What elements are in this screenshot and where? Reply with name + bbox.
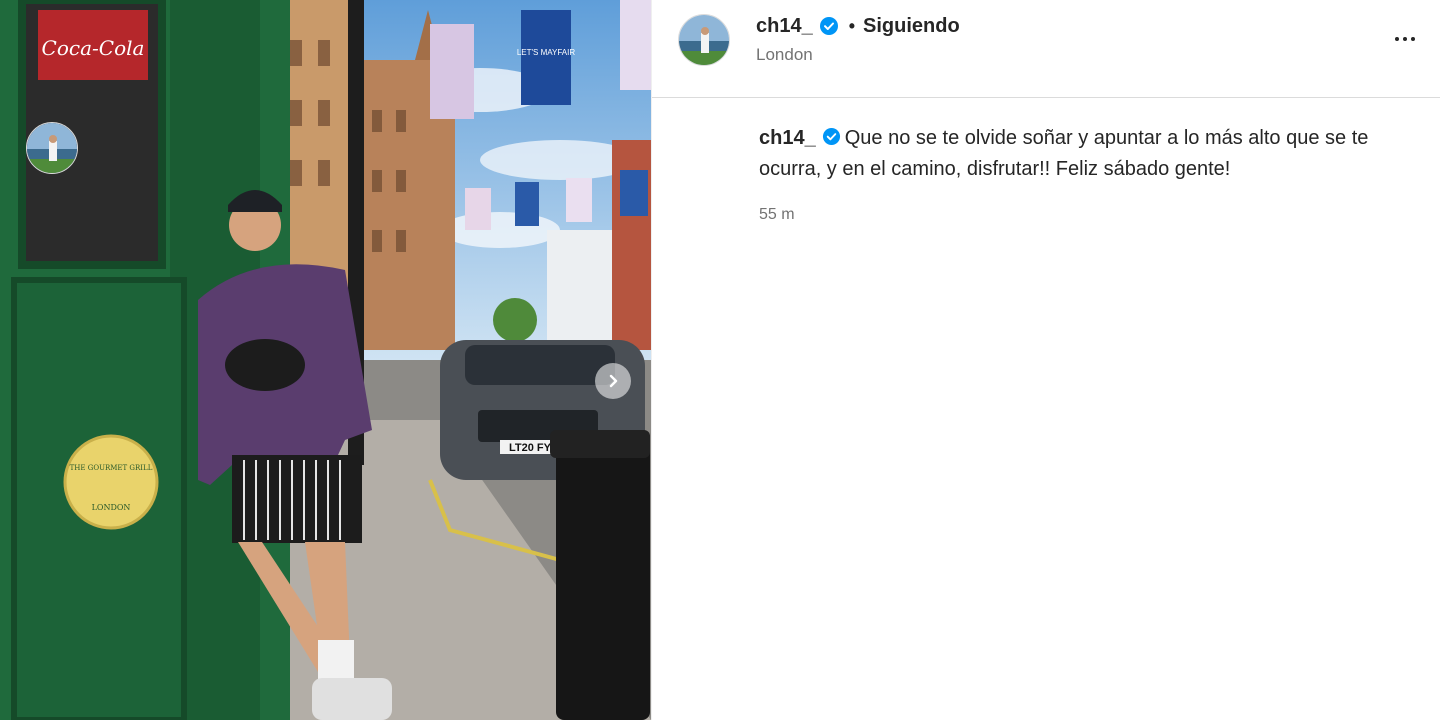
post-location[interactable]: London xyxy=(756,45,813,65)
verified-badge-icon xyxy=(819,16,839,36)
post-photo[interactable]: LET'S MAYFAIR LT20 FY Coca-Cola THE GOUR… xyxy=(0,0,651,720)
author-line: ch14_ • Siguiendo xyxy=(756,12,960,40)
banner-text: LET'S MAYFAIR xyxy=(517,48,576,57)
post-caption: ch14_ Que no se te olvide soñar y apuntar… xyxy=(759,124,1419,184)
street-photo-illustration: LET'S MAYFAIR LT20 FY Coca-Cola THE GOUR… xyxy=(0,0,651,720)
caption-author-username[interactable]: ch14_ xyxy=(759,127,816,149)
coca-cola-text: Coca-Cola xyxy=(42,36,145,60)
following-button[interactable]: Siguiendo xyxy=(863,15,960,38)
author-avatar[interactable] xyxy=(678,14,730,66)
shop-sign-line2: LONDON xyxy=(92,503,131,512)
author-username[interactable]: ch14_ xyxy=(756,15,813,38)
post-timestamp[interactable]: 55 m xyxy=(759,206,795,224)
next-photo-button[interactable] xyxy=(595,363,631,399)
more-options-icon xyxy=(1395,37,1399,41)
more-options-button[interactable] xyxy=(1388,26,1422,52)
caption-text: Que no se te olvide soñar y apuntar a lo… xyxy=(759,127,1369,180)
post-header: ch14_ • Siguiendo London xyxy=(652,0,1440,98)
plate-text: LT20 FY xyxy=(509,442,552,454)
caption-author-avatar[interactable] xyxy=(26,122,78,174)
panel-divider xyxy=(651,0,652,720)
separator-dot: • xyxy=(848,15,856,36)
shop-sign-line1: THE GOURMET GRILL xyxy=(70,464,153,472)
verified-badge-icon xyxy=(822,126,841,155)
chevron-right-icon xyxy=(609,374,618,388)
